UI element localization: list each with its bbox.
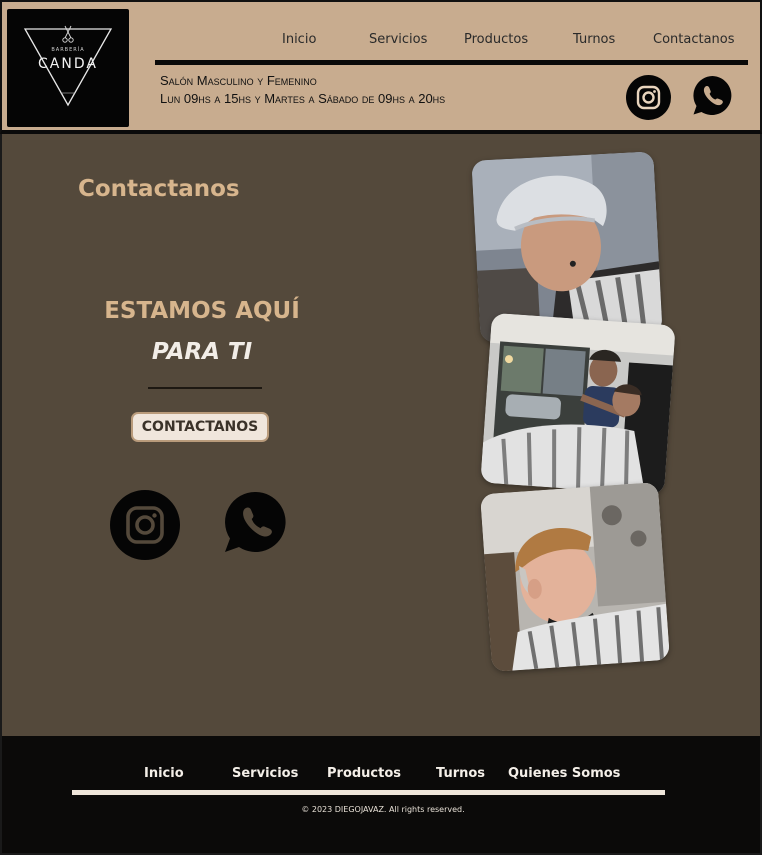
- nav-link-turnos[interactable]: Turnos: [573, 32, 615, 47]
- header-whatsapp-icon[interactable]: [690, 73, 735, 118]
- site-header: BARBERÍA CANDA Inicio Servicios Producto…: [0, 0, 762, 134]
- nav-link-productos[interactable]: Productos: [464, 32, 528, 47]
- footer-link-productos[interactable]: Productos: [327, 766, 401, 781]
- barber-photo-2: [480, 312, 676, 496]
- nav-link-contactanos[interactable]: Contactanos: [653, 32, 735, 47]
- logo-small-text: BARBERÍA: [51, 47, 85, 53]
- main-nav: Inicio Servicios Productos Turnos Contac…: [155, 30, 747, 52]
- contact-button[interactable]: CONTACTANOS: [131, 412, 269, 442]
- hero-divider: [148, 387, 262, 389]
- hero-heading: ESTAMOS AQUÍ: [104, 298, 300, 324]
- copyright-text: © 2023 DIEGOJAVAZ. All rights reserved.: [301, 805, 465, 814]
- opening-hours-text: Lun 09hs a 15hs y Martes a Sábado de 09h…: [160, 91, 446, 106]
- salon-type-text: Salón Masculino y Femenino: [160, 73, 317, 88]
- nav-divider: [155, 60, 748, 65]
- footer-link-quienes-somos[interactable]: Quienes Somos: [508, 766, 620, 781]
- header-instagram-icon[interactable]: [626, 75, 671, 120]
- footer-link-inicio[interactable]: Inicio: [144, 766, 184, 781]
- barber-photo-3: [480, 482, 670, 672]
- footer-link-servicios[interactable]: Servicios: [232, 766, 298, 781]
- logo-brand-name: CANDA: [38, 56, 98, 72]
- logo[interactable]: BARBERÍA CANDA: [7, 9, 129, 127]
- hero-subheading: PARA TI: [151, 339, 253, 365]
- page-title: Contactanos: [78, 176, 240, 202]
- footer-divider: [72, 790, 665, 795]
- footer-link-turnos[interactable]: Turnos: [436, 766, 485, 781]
- nav-link-servicios[interactable]: Servicios: [369, 32, 427, 47]
- site-footer: Inicio Servicios Productos Turnos Quiene…: [0, 736, 762, 855]
- whatsapp-icon[interactable]: [222, 489, 290, 557]
- nav-link-inicio[interactable]: Inicio: [282, 32, 316, 47]
- instagram-icon[interactable]: [109, 489, 181, 561]
- contact-section: Contactanos ESTAMOS AQUÍ PARA TI CONTACT…: [0, 134, 762, 736]
